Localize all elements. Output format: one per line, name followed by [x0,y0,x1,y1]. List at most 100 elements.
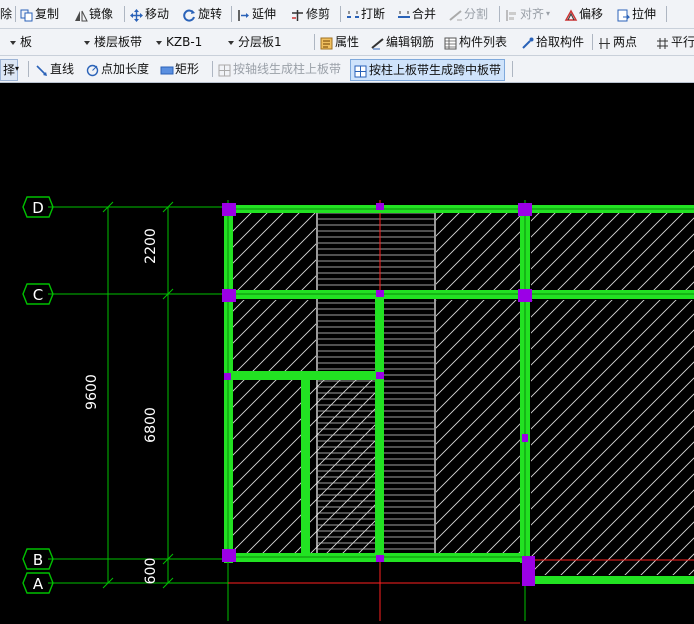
move-label: 移动 [145,7,170,21]
offset-button[interactable]: 偏移 [564,4,603,24]
name-select-value: KZB-1 [166,35,203,49]
move-button[interactable]: 移动 [130,4,169,24]
category-select[interactable]: 楼层板带 [84,32,142,52]
dimension-total-text: 9600 [84,374,100,410]
break-icon [346,8,359,21]
axis-label-d: D [32,199,44,217]
pick-component-button[interactable]: 拾取构件 [521,32,584,52]
toolbar-separator [592,34,593,50]
toolbar-separator [15,6,16,22]
point-length-label: 点加长度 [101,62,150,76]
dimension-text: 2200 [143,228,159,264]
extend-label: 延伸 [252,7,277,21]
slab-hatch-region[interactable] [231,380,301,558]
list-icon [444,36,457,49]
parallel-button[interactable]: 平行 [656,32,694,52]
middle-strip-region[interactable] [318,212,434,292]
generate-by-axis-button[interactable]: 按轴线生成柱上板带 [218,59,341,79]
rotate-icon [183,8,196,21]
mirror-label: 镜像 [89,7,114,21]
copy-icon [20,8,33,21]
stretch-button[interactable]: 拉伸 [617,4,656,24]
floor-plan-drawing: D C B A 2200 6800 600 9600 [22,196,694,621]
offset-label: 偏移 [579,7,604,21]
toolbar-separator [212,61,213,77]
type-select[interactable]: 板 [10,32,32,52]
two-points-icon [598,36,611,49]
name-select[interactable]: KZB-1 [156,32,202,52]
generate-by-column-icon [354,64,367,77]
copy-button[interactable]: 复制 [20,4,59,24]
draw-toolbar: 择 ▾ 直线 点加长度 矩形 按轴线生成柱上板带 按柱上板带生成跨中板带 [0,56,694,83]
trim-button[interactable]: 修剪 [291,4,330,24]
break-button[interactable]: 打断 [346,4,385,24]
move-icon [130,8,143,22]
stretch-icon [617,8,631,21]
slab-hatch-region[interactable] [436,300,520,558]
toolbar-separator [512,61,513,77]
properties-icon [320,36,333,49]
offset-icon [564,8,578,21]
type-select-value: 板 [20,35,33,49]
eyedropper-icon [521,36,534,49]
edit-rebar-button[interactable]: 编辑钢筋 [371,32,434,52]
dimension-text: 6800 [143,407,159,443]
slab-hatch-region[interactable] [231,212,316,292]
toolbar-separator [28,61,29,77]
toolbar-separator [666,6,667,22]
align-dropdown[interactable]: 对齐 ▾ [505,4,550,24]
split-button[interactable]: 分割 [449,4,488,24]
edit-rebar-icon [371,36,384,49]
slab-hatch-region[interactable] [231,300,316,372]
point-length-icon [86,63,99,76]
toolbar-separator [340,6,341,22]
extend-button[interactable]: 延伸 [237,4,276,24]
edit-toolbar: 除 复制 镜像 移动 旋转 延伸 修剪 打断 合并 分割 对齐 ▾ 偏移 拉伸 [0,0,694,29]
pick-component-label: 拾取构件 [536,35,585,49]
mirror-button[interactable]: 镜像 [74,4,113,24]
trim-icon [291,8,304,21]
component-toolbar: 板 楼层板带 KZB-1 分层板1 属性 编辑钢筋 构件列表 拾取构件 两点 平… [0,29,694,56]
generate-by-axis-label: 按轴线生成柱上板带 [233,62,342,76]
two-points-label: 两点 [613,35,638,49]
extend-icon [237,8,250,21]
merge-button[interactable]: 合并 [397,4,436,24]
dimension-ticks [102,201,174,589]
slab-hatch-region[interactable] [531,300,694,575]
toolbar-separator [499,6,500,22]
chevron-down-icon [156,40,162,45]
generate-by-column-button[interactable]: 按柱上板带生成跨中板带 [350,59,506,81]
select-label: 择 [3,63,16,77]
chevron-down-icon [228,40,234,45]
align-chevron-down-icon: ▾ [546,9,551,18]
delete-button[interactable]: 除 [0,4,12,24]
point-length-button[interactable]: 点加长度 [86,59,149,79]
axis-bubbles [22,196,54,594]
toolbar-separator [314,34,315,50]
drawing-canvas[interactable]: D C B A 2200 6800 600 9600 [0,83,694,621]
rotate-label: 旋转 [198,7,223,21]
chevron-down-icon: ▾ [15,64,20,73]
edit-rebar-label: 编辑钢筋 [386,35,435,49]
trim-label: 修剪 [306,7,331,21]
delete-label: 除 [0,7,13,21]
properties-button[interactable]: 属性 [320,32,359,52]
layer-select-value: 分层板1 [238,35,282,49]
select-dropdown-arrow[interactable]: ▾ [15,59,19,79]
copy-label: 复制 [35,7,60,21]
slab-hatch-region[interactable] [436,212,520,292]
rectangle-label: 矩形 [175,62,200,76]
line-button[interactable]: 直线 [35,59,74,79]
two-points-button[interactable]: 两点 [598,32,637,52]
line-icon [35,63,48,76]
component-list-button[interactable]: 构件列表 [444,32,507,52]
properties-label: 属性 [335,35,360,49]
rotate-button[interactable]: 旋转 [183,4,222,24]
split-icon [449,8,462,21]
slab-hatch-region[interactable] [531,212,694,292]
rectangle-button[interactable]: 矩形 [160,59,199,79]
line-label: 直线 [50,62,75,76]
stretch-label: 拉伸 [632,7,657,21]
align-label: 对齐 [520,7,545,21]
layer-select[interactable]: 分层板1 [228,32,282,52]
